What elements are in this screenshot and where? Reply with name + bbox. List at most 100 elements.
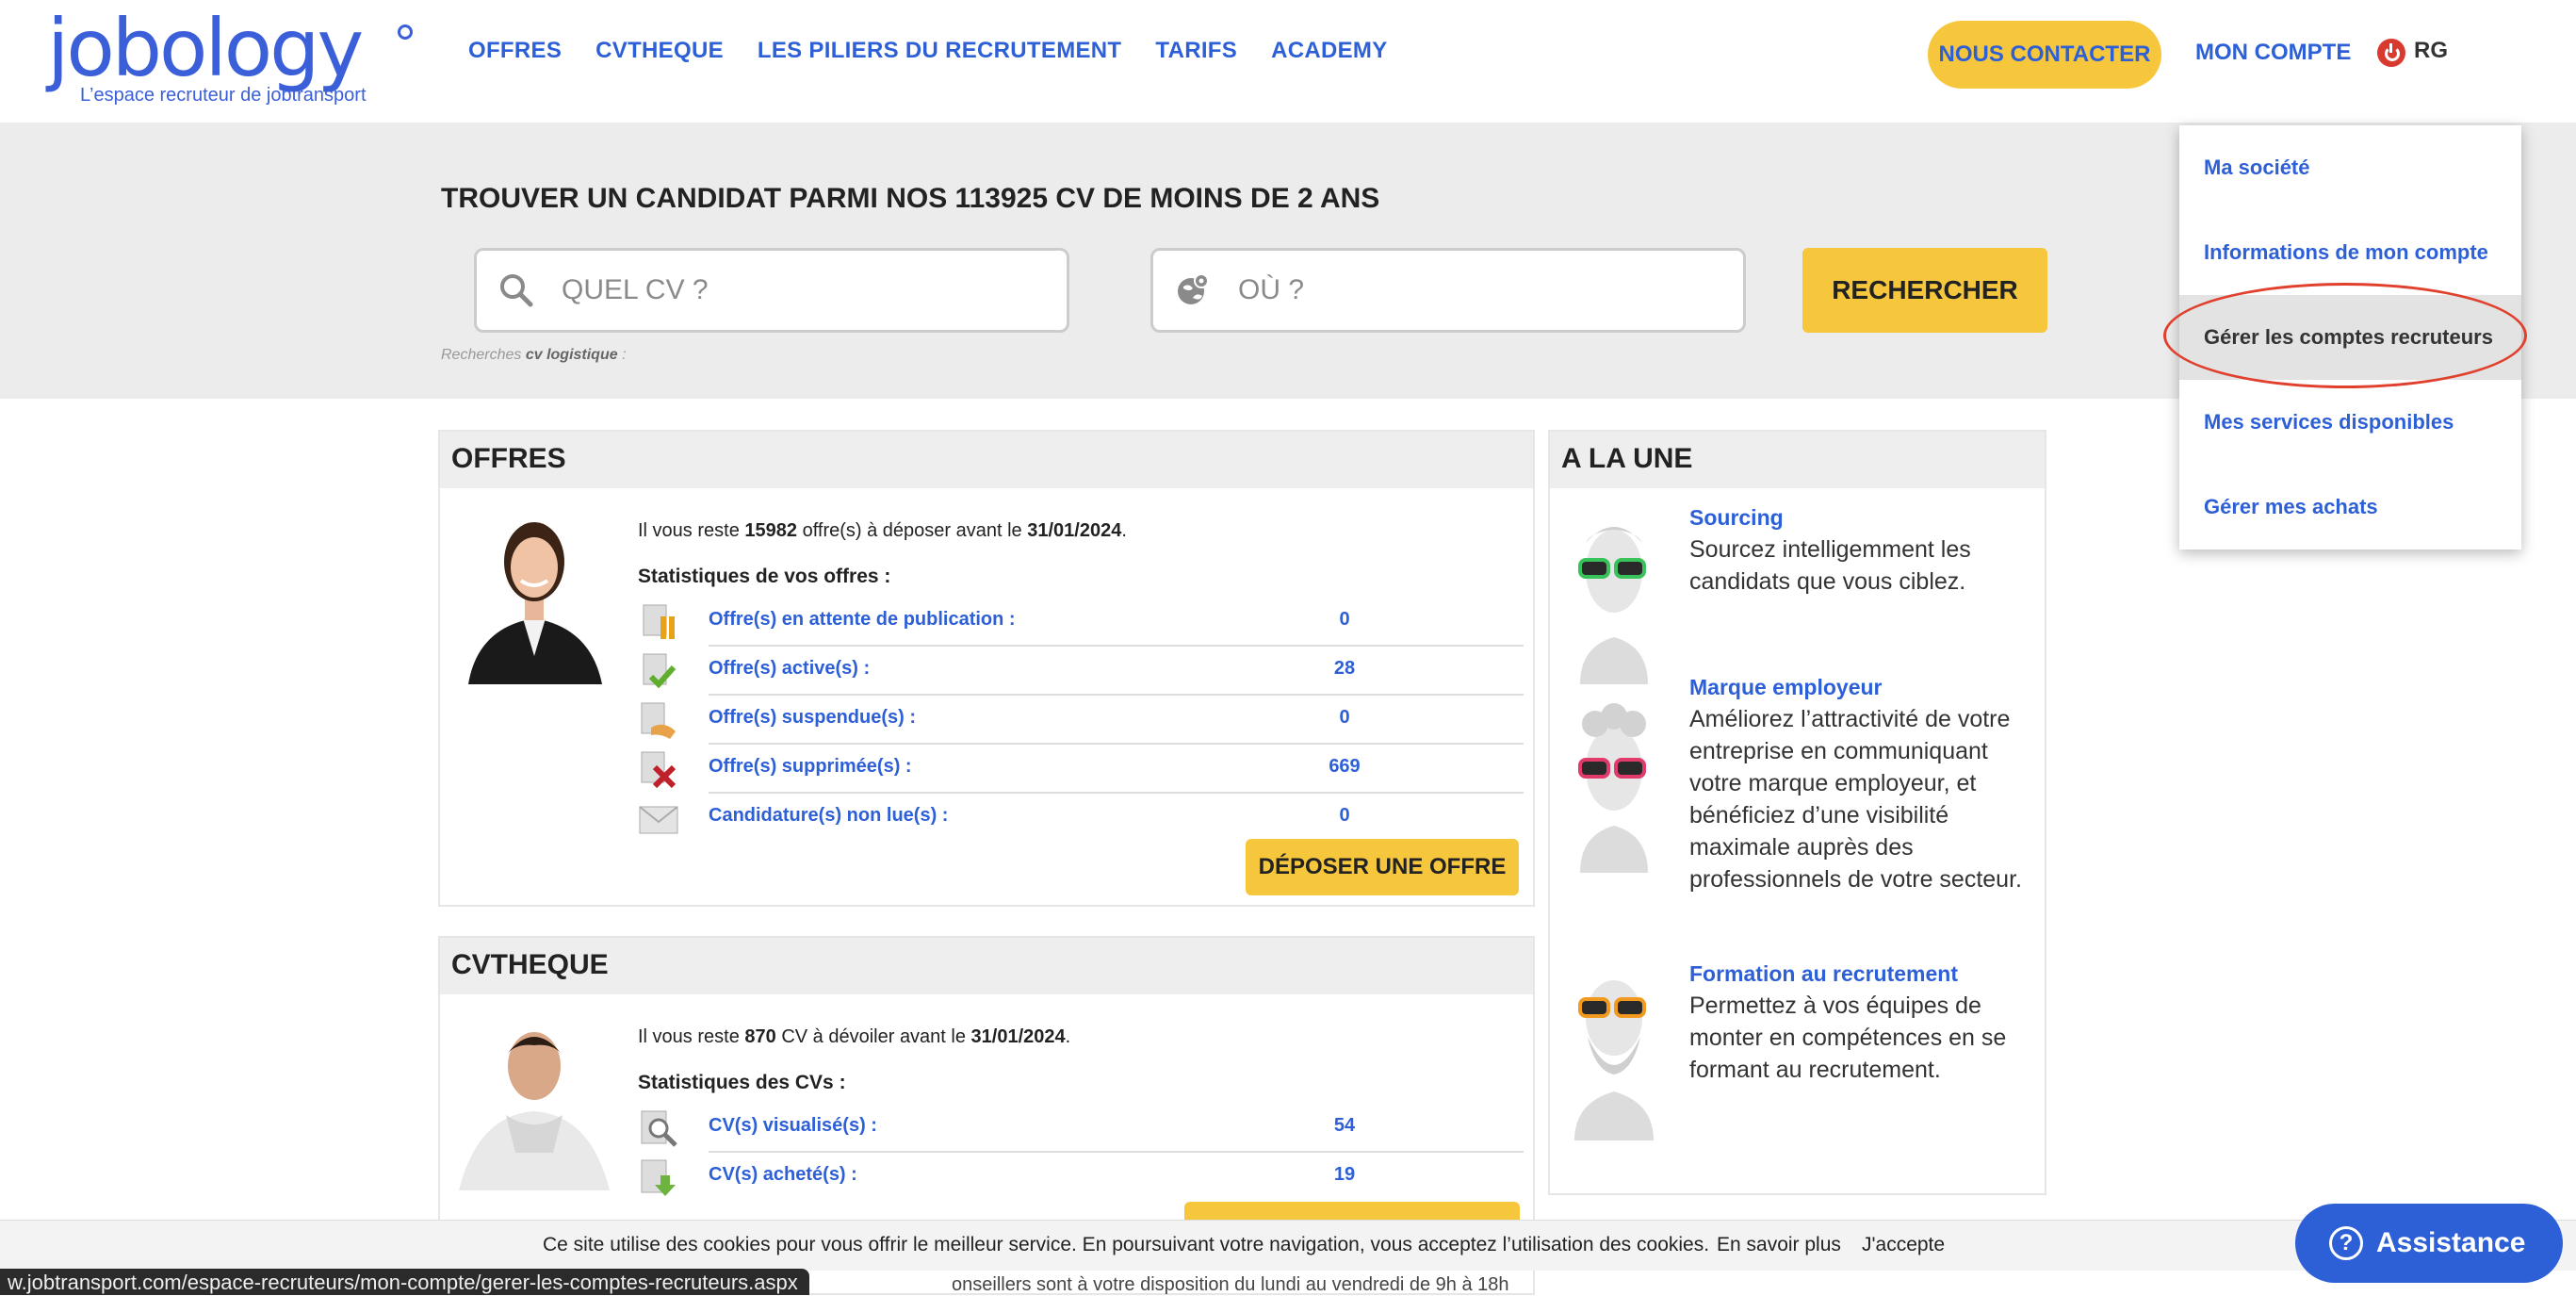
top-header: jobology L’espace recruteur de jobtransp… xyxy=(0,0,2576,123)
cv-remaining-info: Il vous reste 870 CV à dévoiler avant le… xyxy=(638,1026,1070,1048)
stat-row-deleted[interactable]: Offre(s) supprimée(s) : 669 xyxy=(638,745,1524,794)
cv-stats-title: Statistiques des CVs : xyxy=(638,1072,846,1093)
offres-stats-title: Statistiques de vos offres : xyxy=(638,566,891,587)
offres-panel-title: OFFRES xyxy=(440,432,1533,488)
browser-status-url: w.jobtransport.com/espace-recruteurs/mon… xyxy=(0,1269,809,1295)
bust-green-sunglasses-image xyxy=(1578,527,1648,684)
logo-info-icon xyxy=(398,25,413,40)
stat-label: CV(s) visualisé(s) : xyxy=(709,1115,877,1136)
nav-piliers[interactable]: LES PILIERS DU RECRUTEMENT xyxy=(758,38,1122,64)
news-item-sourcing[interactable]: Sourcing Sourcez intelligemment les cand… xyxy=(1561,505,2037,684)
stat-value: 0 xyxy=(1339,707,1350,728)
offres-panel: OFFRES Il vous reste 15982 offre(s) à dé… xyxy=(438,430,1535,907)
stat-row-purchased-cv[interactable]: CV(s) acheté(s) : 19 xyxy=(638,1153,1524,1202)
stat-value: 0 xyxy=(1339,805,1350,826)
menu-item-manage-purchases[interactable]: Gérer mes achats xyxy=(2179,465,2521,550)
recent-search-term[interactable]: cv logistique xyxy=(526,347,618,363)
stat-row-unread[interactable]: Candidature(s) non lue(s) : 0 xyxy=(638,794,1524,843)
cookie-message: Ce site utilise des cookies pour vous of… xyxy=(543,1234,1710,1255)
logo-tagline: L’espace recruteur de jobtransport xyxy=(80,85,367,106)
nav-cvtheque[interactable]: CVTHEQUE xyxy=(595,38,724,64)
red-highlight-annotation xyxy=(2163,283,2527,388)
cv-query-input[interactable] xyxy=(562,270,1033,311)
stat-label: Offre(s) suspendue(s) : xyxy=(709,707,917,728)
cvtheque-panel-title: CVTHEQUE xyxy=(440,938,1533,994)
stat-label: Offre(s) en attente de publication : xyxy=(709,609,1016,630)
nav-offres[interactable]: OFFRES xyxy=(468,38,562,64)
recent-searches-suffix: : xyxy=(617,347,627,363)
stat-value: 28 xyxy=(1333,658,1356,679)
stat-label: CV(s) acheté(s) : xyxy=(709,1164,857,1185)
active-offer-icon xyxy=(643,653,677,689)
cookie-banner: Ce site utilise des cookies pour vous of… xyxy=(0,1220,2576,1271)
alaune-panel-title: A LA UNE xyxy=(1550,432,2045,488)
search-button[interactable]: RECHERCHER xyxy=(1802,248,2047,333)
news-title[interactable]: Marque employeur xyxy=(1689,675,1883,700)
assistance-label: Assistance xyxy=(2376,1227,2526,1258)
search-title: TROUVER UN CANDIDAT PARMI NOS 113925 CV … xyxy=(441,183,1380,214)
viewed-cv-icon xyxy=(641,1110,677,1147)
stat-label: Offre(s) active(s) : xyxy=(709,658,871,679)
cv-deadline: 31/01/2024 xyxy=(970,1026,1066,1047)
main-nav: OFFRES CVTHEQUE LES PILIERS DU RECRUTEME… xyxy=(468,38,1388,64)
alaune-panel: A LA UNE Sourcing Sourcez intelligemment… xyxy=(1548,430,2046,1195)
stat-row-viewed-cv[interactable]: CV(s) visualisé(s) : 54 xyxy=(638,1104,1524,1153)
assistance-button[interactable]: ? Assistance xyxy=(2295,1204,2563,1283)
cv-info-end: . xyxy=(1065,1026,1071,1047)
location-input[interactable] xyxy=(1238,270,1709,311)
cv-remaining-count: 870 xyxy=(744,1026,776,1047)
stat-value: 0 xyxy=(1339,609,1350,630)
news-title[interactable]: Formation au recrutement xyxy=(1689,961,1958,987)
news-text: Sourcez intelligemment les candidats que… xyxy=(1689,536,1971,595)
suspended-offer-icon xyxy=(641,702,676,739)
unread-application-icon xyxy=(639,806,678,834)
cv-info-middle: CV à dévoiler avant le xyxy=(775,1026,971,1047)
search-icon xyxy=(500,274,533,307)
recruiter-man-photo xyxy=(459,1032,610,1190)
stat-label: Offre(s) supprimée(s) : xyxy=(709,756,912,777)
offres-info-middle: offre(s) à déposer avant le xyxy=(797,520,1028,541)
purchased-cv-icon xyxy=(641,1159,676,1196)
stat-value: 54 xyxy=(1333,1115,1356,1136)
stat-value: 19 xyxy=(1333,1164,1356,1185)
cv-query-field[interactable] xyxy=(474,248,1069,333)
offres-remaining-info: Il vous reste 15982 offre(s) à déposer a… xyxy=(638,520,1127,542)
location-field[interactable] xyxy=(1150,248,1746,333)
account-menu-link[interactable]: MON COMPTE xyxy=(2195,40,2351,66)
menu-item-available-services[interactable]: Mes services disponibles xyxy=(2179,380,2521,465)
offres-remaining-count: 15982 xyxy=(744,520,798,541)
bust-orange-sunglasses-image xyxy=(1574,980,1654,1140)
cv-info-prefix: Il vous reste xyxy=(638,1026,745,1047)
contact-button[interactable]: NOUS CONTACTER xyxy=(1928,21,2161,89)
offres-deadline: 31/01/2024 xyxy=(1027,520,1122,541)
offres-info-prefix: Il vous reste xyxy=(638,520,745,541)
logo-wordmark: jobology xyxy=(47,2,364,94)
news-text: Permettez à vos équipes de monter en com… xyxy=(1689,993,2007,1083)
cookie-accept-link[interactable]: J'accepte xyxy=(1862,1234,1945,1256)
post-offer-button[interactable]: DÉPOSER UNE OFFRE xyxy=(1246,839,1519,895)
deleted-offer-icon xyxy=(641,751,677,789)
news-text: Améliorez l’attractivité de votre entrep… xyxy=(1689,706,2022,893)
help-question-icon: ? xyxy=(2329,1226,2363,1260)
cookie-learn-more-link[interactable]: En savoir plus xyxy=(1717,1234,1841,1256)
pending-offer-icon xyxy=(643,604,675,639)
stat-label: Candidature(s) non lue(s) : xyxy=(709,805,949,826)
stat-value: 669 xyxy=(1329,756,1361,777)
recruiter-woman-photo xyxy=(468,522,602,684)
menu-item-ma-societe[interactable]: Ma société xyxy=(2179,125,2521,210)
logout-power-icon[interactable] xyxy=(2377,39,2405,67)
news-title[interactable]: Sourcing xyxy=(1689,505,1784,531)
nav-academy[interactable]: ACADEMY xyxy=(1271,38,1387,64)
recent-searches-prefix: Recherches xyxy=(441,347,522,363)
user-initials: RG xyxy=(2414,38,2448,63)
nav-tarifs[interactable]: TARIFS xyxy=(1155,38,1237,64)
stat-row-pending[interactable]: Offre(s) en attente de publication : 0 xyxy=(638,598,1524,647)
jobology-logo[interactable]: jobology L’espace recruteur de jobtransp… xyxy=(47,6,424,109)
news-item-employer-brand[interactable]: Marque employeur Améliorez l’attractivit… xyxy=(1561,675,2037,948)
news-item-training[interactable]: Formation au recrutement Permettez à vos… xyxy=(1561,961,2037,1140)
bust-pink-sunglasses-image xyxy=(1578,703,1648,873)
stat-row-suspended[interactable]: Offre(s) suspendue(s) : 0 xyxy=(638,696,1524,745)
footer-hours-text: onseillers sont à votre disposition du l… xyxy=(952,1274,1509,1295)
stat-row-active[interactable]: Offre(s) active(s) : 28 xyxy=(638,647,1524,696)
recent-searches: Recherches cv logistique : xyxy=(441,347,627,364)
